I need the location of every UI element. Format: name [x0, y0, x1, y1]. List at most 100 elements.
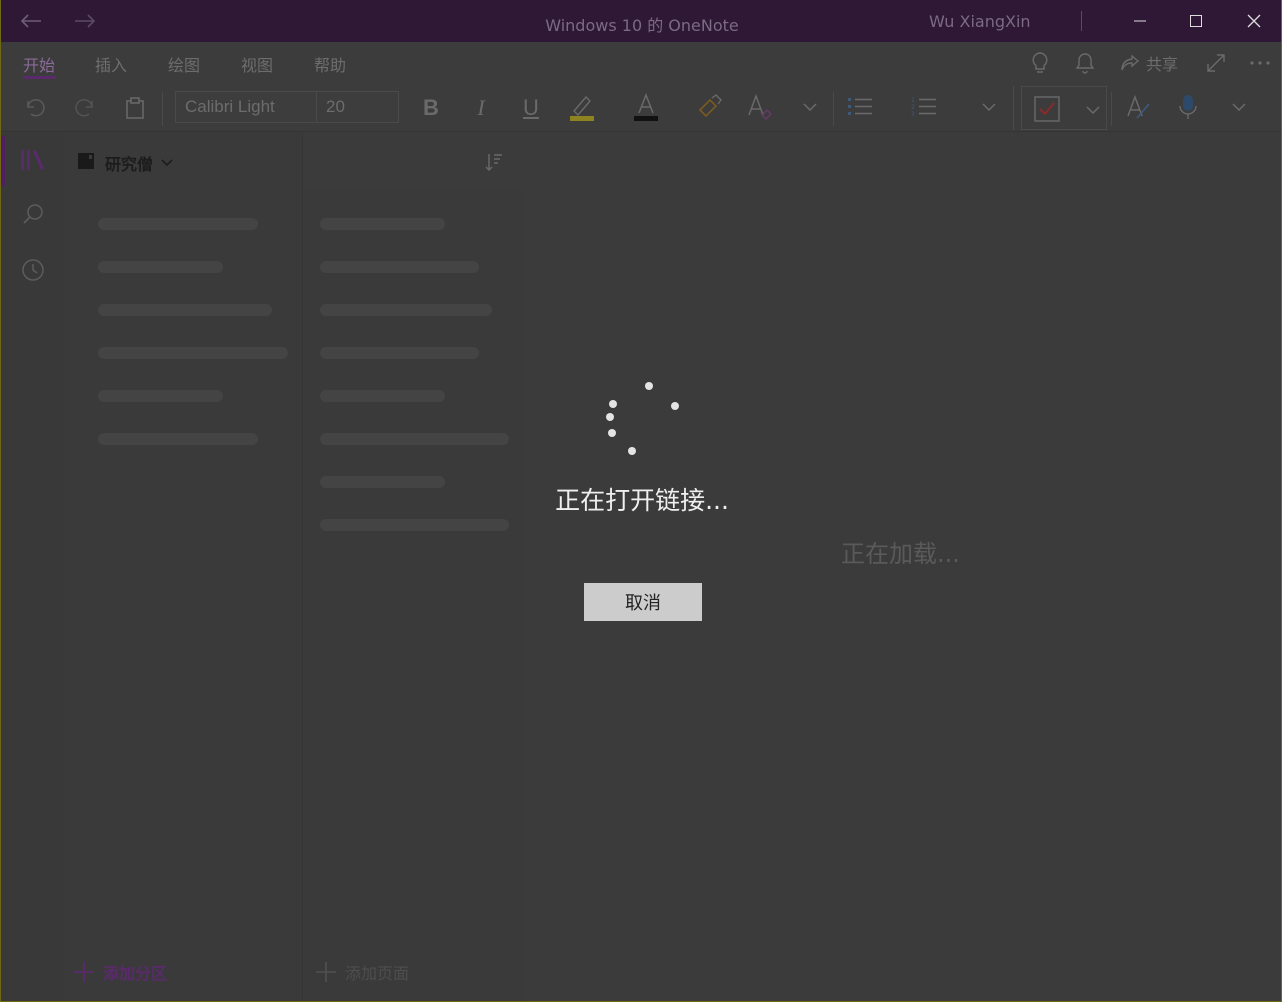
add-section-button[interactable]: 添加分区 — [73, 960, 167, 984]
bold-icon: B — [423, 95, 439, 120]
page-placeholder — [320, 519, 509, 531]
add-page-button[interactable]: 添加页面 — [315, 960, 409, 984]
nav-active-indicator — [1, 136, 5, 186]
search-icon — [23, 204, 43, 224]
account-name[interactable]: Wu XiangXin — [929, 12, 1031, 31]
lightbulb-icon — [1032, 52, 1048, 73]
notebooks-button[interactable] — [19, 146, 47, 174]
sort-button[interactable] — [481, 149, 507, 175]
chevron-down-icon — [1232, 103, 1246, 111]
window-title: Windows 10 的 OneNote — [545, 16, 739, 35]
search-button[interactable] — [19, 200, 47, 228]
toolbar-divider — [833, 92, 834, 126]
share-icon — [1121, 54, 1140, 71]
section-placeholder — [98, 433, 258, 445]
expand-icon — [1207, 54, 1225, 72]
recent-notes-button[interactable] — [19, 256, 47, 284]
spinner-dot — [609, 400, 617, 408]
redo-button[interactable] — [71, 94, 99, 122]
undo-icon — [27, 98, 45, 117]
ink-to-text-button[interactable] — [1123, 92, 1153, 122]
page-placeholder — [320, 433, 509, 445]
minimize-icon — [1134, 20, 1146, 22]
notebooks-icon — [21, 150, 44, 170]
maximize-icon — [1190, 15, 1202, 27]
notebook-selector[interactable]: 研究僧 — [105, 151, 173, 175]
more-options-button[interactable] — [1247, 50, 1273, 76]
italic-button[interactable]: I — [467, 94, 495, 122]
chevron-down-icon — [803, 103, 817, 111]
notebook-name: 研究僧 — [105, 155, 154, 174]
svg-text:1: 1 — [911, 97, 915, 104]
text-styles-icon — [748, 93, 772, 120]
sort-icon — [485, 154, 502, 171]
ellipsis-icon — [1250, 61, 1270, 65]
list-format-dropdown[interactable] — [978, 96, 1000, 118]
text-styles-button[interactable] — [745, 92, 775, 122]
title-bar: Windows 10 的 OneNote Wu XiangXin — [1, 0, 1281, 42]
notifications-button[interactable] — [1072, 50, 1098, 76]
chevron-down-icon — [161, 159, 173, 167]
tab-home[interactable]: 开始 — [23, 52, 55, 76]
share-button[interactable]: 共享 — [1117, 50, 1181, 76]
underline-icon: U — [523, 95, 539, 120]
tell-me-button[interactable] — [1027, 50, 1053, 76]
format-painter-button[interactable] — [695, 92, 725, 122]
numbered-list-button[interactable]: 123 — [909, 92, 939, 122]
titlebar-divider — [1081, 11, 1082, 31]
section-placeholder — [98, 390, 223, 402]
dictate-dropdown[interactable] — [1228, 96, 1250, 118]
section-placeholder — [98, 347, 288, 359]
bell-icon — [1075, 53, 1095, 74]
maximize-button[interactable] — [1173, 0, 1219, 42]
bold-button[interactable]: B — [417, 94, 445, 122]
spinner-dot — [606, 413, 614, 421]
svg-text:2: 2 — [911, 104, 915, 111]
canvas-loading-text: 正在加载... — [841, 540, 960, 568]
pen-icon — [1127, 94, 1150, 119]
section-placeholder — [98, 304, 272, 316]
italic-icon: I — [477, 95, 485, 120]
paintbrush-icon — [698, 94, 722, 118]
paste-button[interactable] — [121, 94, 149, 122]
page-placeholder — [320, 261, 479, 273]
numbered-list-icon: 123 — [911, 97, 936, 118]
tags-group — [1021, 86, 1107, 130]
tags-dropdown[interactable] — [1082, 99, 1104, 121]
toolbar-divider — [162, 92, 163, 126]
tab-draw[interactable]: 绘图 — [168, 52, 200, 76]
toolbar-divider — [1111, 92, 1112, 126]
svg-text:3: 3 — [911, 111, 915, 118]
toolbar-divider — [1013, 86, 1014, 130]
font-color-button[interactable] — [631, 92, 661, 122]
clipboard-icon — [126, 97, 144, 119]
active-tab-indicator — [23, 76, 56, 79]
chevron-down-icon — [1086, 106, 1100, 114]
tab-insert[interactable]: 插入 — [95, 52, 127, 76]
redo-icon — [75, 98, 93, 117]
bullet-list-icon — [848, 98, 872, 115]
font-size-field[interactable]: 20 — [316, 91, 399, 123]
cancel-button[interactable]: 取消 — [584, 583, 702, 621]
fullscreen-button[interactable] — [1203, 50, 1229, 76]
notebook-header: 研究僧 — [63, 133, 524, 188]
spinner-dot — [671, 402, 679, 410]
chevron-down-icon — [982, 103, 996, 111]
bullet-list-button[interactable] — [845, 92, 875, 122]
underline-button[interactable]: U — [517, 94, 545, 122]
close-button[interactable] — [1231, 0, 1277, 42]
font-name-field[interactable]: Calibri Light — [175, 91, 317, 123]
page-placeholder — [320, 347, 479, 359]
share-label: 共享 — [1145, 55, 1178, 74]
todo-tag-button[interactable] — [1032, 94, 1062, 124]
tab-view[interactable]: 视图 — [241, 52, 273, 76]
section-placeholder — [98, 218, 258, 230]
notebook-icon — [75, 150, 97, 172]
undo-button[interactable] — [21, 94, 49, 122]
font-color-icon — [634, 92, 658, 121]
text-format-dropdown[interactable] — [799, 96, 821, 118]
tab-help[interactable]: 帮助 — [314, 52, 346, 76]
minimize-button[interactable] — [1117, 0, 1163, 42]
dictate-button[interactable] — [1173, 92, 1203, 122]
highlight-button[interactable] — [567, 92, 597, 122]
